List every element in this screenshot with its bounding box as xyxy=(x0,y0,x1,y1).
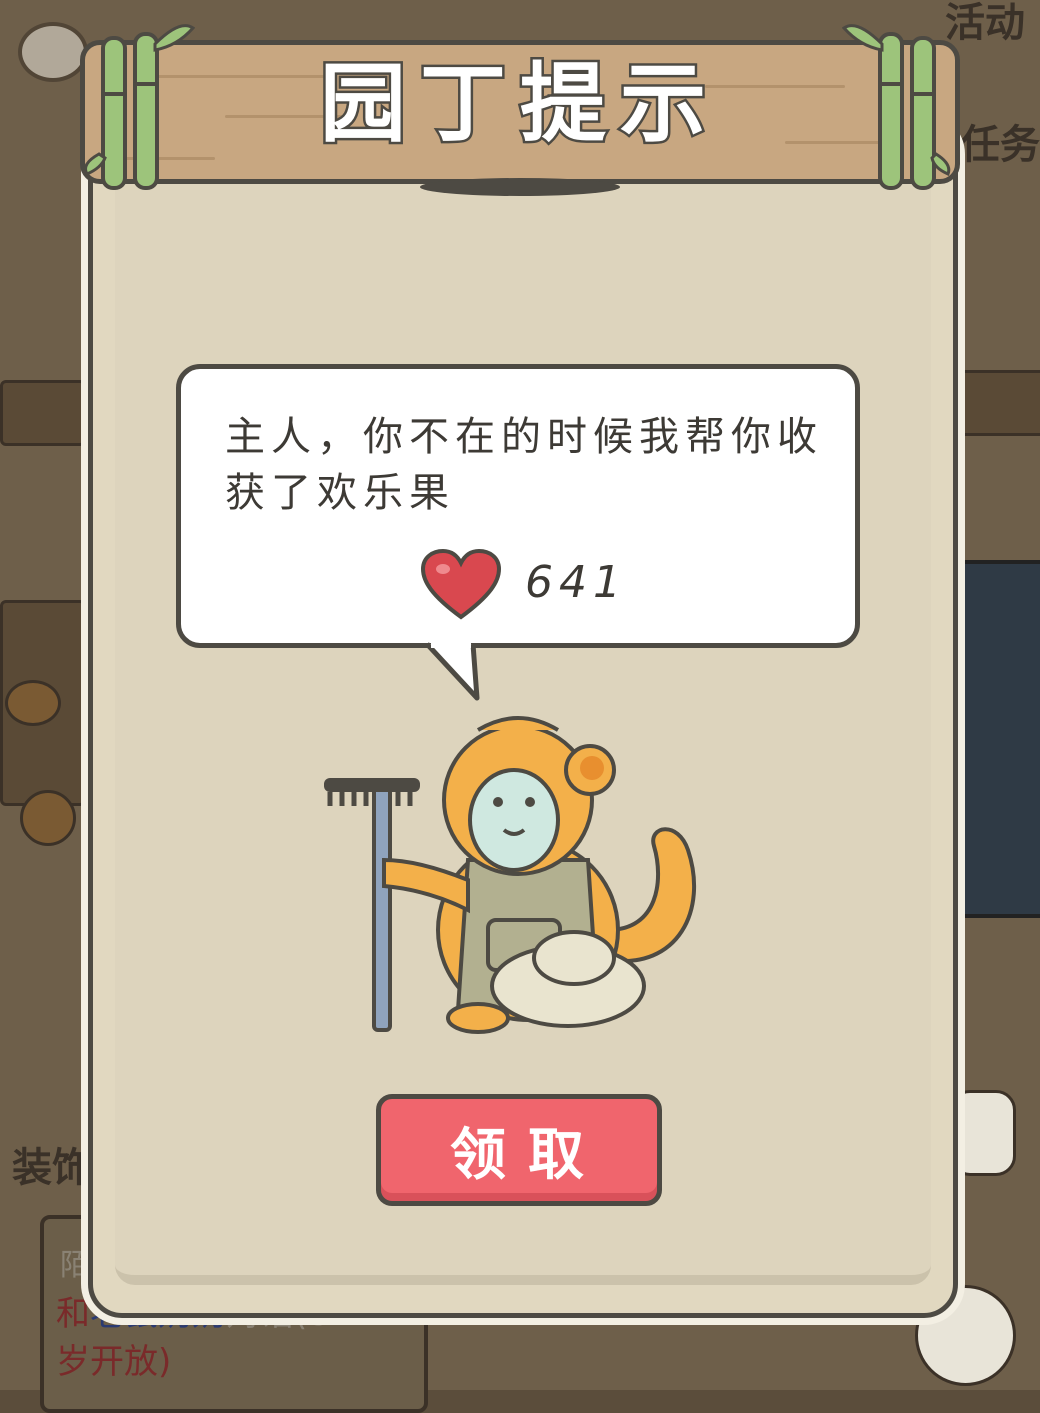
reward-row: 641 xyxy=(420,548,621,620)
shelf-item xyxy=(5,680,61,726)
board-hook xyxy=(420,178,620,196)
quest-text-prefix: 和 xyxy=(56,1294,90,1334)
reward-count: 641 xyxy=(525,557,627,608)
bubble-tail xyxy=(425,640,480,701)
activity-button: 活动 xyxy=(945,0,1025,46)
vase xyxy=(950,1090,1016,1176)
decor-button: 装饰 xyxy=(12,1145,92,1191)
heart-icon xyxy=(420,548,502,620)
shelf xyxy=(955,370,1040,436)
bamboo-right-icon xyxy=(842,24,951,190)
claim-button[interactable]: 领取 xyxy=(376,1094,662,1206)
shelf-item xyxy=(20,790,76,846)
monkey-gardener-icon xyxy=(324,716,697,1034)
quest-text-line2: 岁开放) xyxy=(56,1342,172,1382)
dialog-message: 主人，你不在的时候我帮你收获了欢乐果 xyxy=(225,414,823,516)
quest-tag: 陌 xyxy=(60,1248,90,1283)
shelf xyxy=(0,380,86,446)
bamboo-left-icon xyxy=(85,24,195,190)
speech-bubble: 主人，你不在的时候我帮你收获了欢乐果 641 xyxy=(176,364,860,648)
cabinet xyxy=(955,560,1040,918)
